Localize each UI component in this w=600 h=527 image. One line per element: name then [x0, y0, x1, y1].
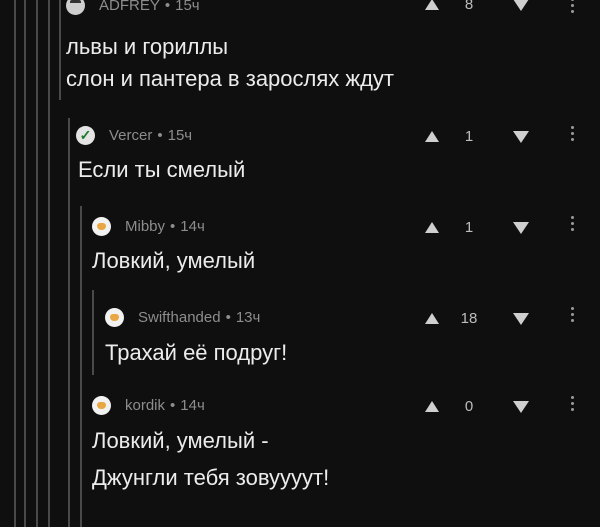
comment-author[interactable]: Mibby	[125, 218, 165, 235]
more-options-icon[interactable]	[571, 0, 575, 13]
comment-time: 14ч	[180, 218, 205, 235]
more-options-icon[interactable]	[571, 126, 575, 141]
comment-text: слон и пантера в зарослях ждут	[66, 66, 395, 91]
thread-line	[92, 290, 94, 375]
comment-time: 14ч	[180, 397, 205, 414]
comment-text: Ловкий, умелый -	[92, 428, 269, 453]
vote-controls: 0	[425, 398, 529, 415]
thread-line	[14, 0, 16, 527]
upvote-icon[interactable]	[425, 401, 439, 412]
comment-text: Если ты смелый	[78, 157, 246, 182]
thread-line	[36, 0, 38, 527]
vote-controls: 8	[425, 0, 529, 13]
thread-line	[48, 0, 50, 527]
comment-time: 15ч	[167, 127, 193, 144]
thread-line	[68, 118, 70, 527]
downvote-icon[interactable]	[513, 221, 529, 234]
upvote-icon[interactable]	[425, 0, 439, 10]
comment-time: 13ч	[235, 309, 261, 326]
vote-score: 0	[464, 398, 474, 415]
vote-controls: 1	[425, 128, 529, 145]
vote-score: 18	[460, 310, 478, 327]
comment-text: львы и гориллы	[66, 34, 229, 59]
thread-line	[24, 0, 26, 527]
vote-controls: 1	[425, 219, 529, 236]
bear-avatar-icon[interactable]	[92, 217, 111, 236]
vote-score: 8	[464, 0, 474, 13]
upvote-icon[interactable]	[425, 131, 439, 142]
upvote-icon[interactable]	[425, 222, 439, 233]
vote-score: 1	[464, 219, 474, 236]
meta-separator: •	[170, 397, 176, 414]
downvote-icon[interactable]	[513, 400, 529, 413]
check-avatar-icon[interactable]: ✓	[76, 126, 95, 145]
downvote-icon[interactable]	[513, 0, 529, 11]
meta-separator: •	[164, 0, 171, 14]
bear-avatar-icon[interactable]	[105, 308, 124, 327]
comment-meta: Swifthanded • 13ч	[105, 308, 260, 327]
comment-text: Трахай её подруг!	[105, 340, 288, 365]
meta-separator: •	[157, 127, 163, 144]
comment-author[interactable]: ADFREY	[99, 0, 160, 14]
comment-text: Джунгли тебя зовуууут!	[92, 465, 330, 490]
more-options-icon[interactable]	[571, 307, 575, 322]
comment-text: Ловкий, умелый	[92, 248, 256, 273]
comment-meta: ✓ Vercer • 15ч	[76, 126, 192, 145]
thread-line	[59, 0, 61, 100]
downvote-icon[interactable]	[513, 130, 529, 143]
thread-line	[80, 206, 82, 527]
comment-time: 15ч	[175, 0, 200, 14]
bear-avatar-icon[interactable]	[92, 396, 111, 415]
vote-controls: 18	[425, 310, 529, 327]
comment-author[interactable]: kordik	[125, 397, 165, 414]
comment-meta: Mibby • 14ч	[92, 217, 205, 236]
downvote-icon[interactable]	[513, 312, 529, 325]
comment-meta: ADFREY • 15ч	[66, 0, 200, 15]
more-options-icon[interactable]	[571, 396, 575, 411]
comment-author[interactable]: Vercer	[109, 127, 152, 144]
meta-separator: •	[170, 218, 176, 235]
vote-score: 1	[464, 128, 474, 145]
comment-author[interactable]: Swifthanded	[138, 309, 221, 326]
meta-separator: •	[225, 309, 231, 326]
upvote-icon[interactable]	[425, 313, 439, 324]
user-avatar-icon[interactable]	[66, 0, 85, 15]
comment-meta: kordik • 14ч	[92, 396, 205, 415]
more-options-icon[interactable]	[571, 216, 575, 231]
